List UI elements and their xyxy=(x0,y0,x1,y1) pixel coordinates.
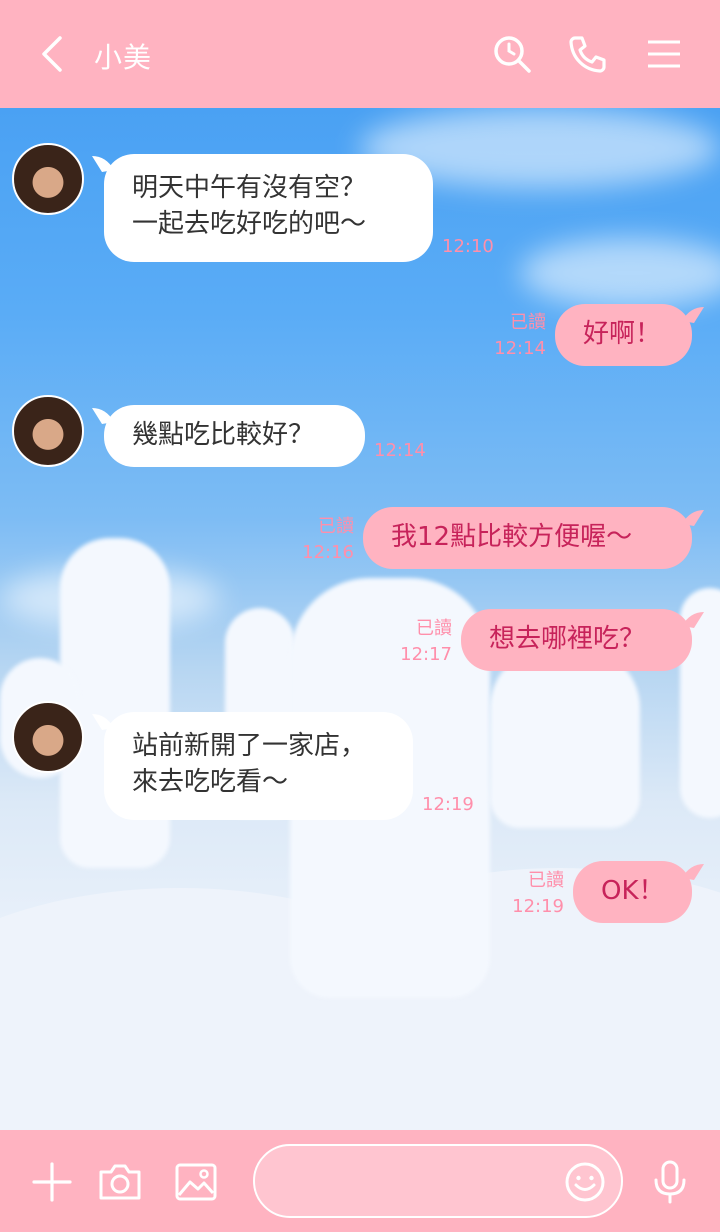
message-time: 12:14 xyxy=(374,440,426,461)
message-bubble-outgoing[interactable]: 想去哪裡吃？ xyxy=(461,609,692,671)
bubble-tail xyxy=(682,864,704,880)
snow-tree xyxy=(490,648,640,828)
read-status: 已讀 xyxy=(528,870,564,891)
phone-icon[interactable] xyxy=(566,32,610,76)
message-time: 12:10 xyxy=(442,236,494,257)
menu-icon[interactable] xyxy=(642,32,686,76)
message-bubble-incoming[interactable]: 站前新開了一家店， 來去吃吃看～ xyxy=(104,712,413,820)
read-status: 已讀 xyxy=(416,618,452,639)
chat-title: 小美 xyxy=(94,41,153,74)
message-time: 12:19 xyxy=(512,896,564,917)
bubble-tail xyxy=(682,307,704,323)
contact-avatar[interactable] xyxy=(12,701,84,773)
read-status: 已讀 xyxy=(318,516,354,537)
message-input[interactable] xyxy=(253,1144,623,1218)
message-bubble-incoming[interactable]: 明天中午有沒有空？ 一起去吃好吃的吧～ xyxy=(104,154,433,262)
search-icon[interactable] xyxy=(490,32,534,76)
read-status: 已讀 xyxy=(510,312,546,333)
bubble-tail xyxy=(682,510,704,526)
contact-avatar[interactable] xyxy=(12,395,84,467)
back-icon[interactable] xyxy=(34,34,74,74)
image-icon[interactable] xyxy=(172,1158,220,1206)
message-bubble-outgoing[interactable]: OK！ xyxy=(573,861,692,923)
contact-avatar[interactable] xyxy=(12,143,84,215)
message-bubble-outgoing[interactable]: 我12點比較方便喔～ xyxy=(363,507,692,569)
message-bubble-incoming[interactable]: 幾點吃比較好？ xyxy=(104,405,365,467)
cloud xyxy=(520,238,720,308)
microphone-icon[interactable] xyxy=(646,1158,694,1206)
message-time: 12:17 xyxy=(400,644,452,665)
message-time: 12:19 xyxy=(422,794,474,815)
bubble-tail xyxy=(682,612,704,628)
plus-icon[interactable] xyxy=(28,1158,76,1206)
message-time: 12:14 xyxy=(494,338,546,359)
camera-icon[interactable] xyxy=(96,1158,144,1206)
message-bubble-outgoing[interactable]: 好啊！ xyxy=(555,304,692,366)
input-bar xyxy=(0,1130,720,1232)
emoji-icon[interactable] xyxy=(563,1160,607,1204)
message-time: 12:16 xyxy=(302,542,354,563)
chat-header: 小美 xyxy=(0,0,720,108)
